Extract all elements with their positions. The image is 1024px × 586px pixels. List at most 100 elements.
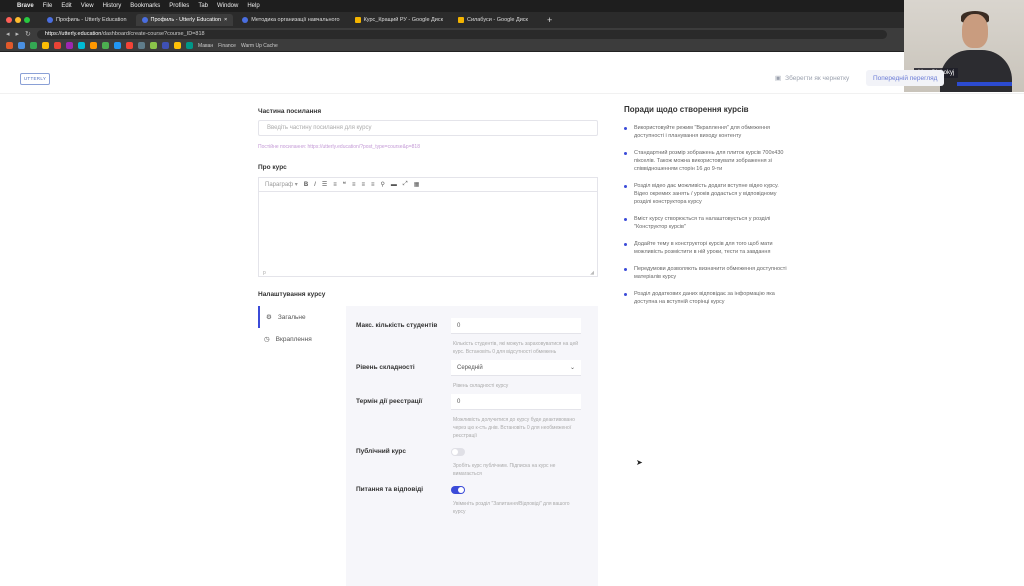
bookmark-icon[interactable] bbox=[78, 42, 85, 49]
align-center-icon[interactable]: ≡ bbox=[361, 182, 365, 188]
tab-favicon-icon bbox=[47, 17, 53, 23]
paragraph-select-label: Параграф bbox=[265, 182, 294, 188]
browser-tab[interactable]: Силабуси - Google Диск bbox=[452, 14, 534, 26]
bookmark-icon[interactable] bbox=[114, 42, 121, 49]
reg-term-input[interactable]: 0 bbox=[451, 394, 581, 410]
tab-favicon-icon bbox=[242, 17, 249, 23]
bookmark-icon[interactable] bbox=[18, 42, 25, 49]
url-field[interactable]: https://utterly.education/dashboard/crea… bbox=[36, 29, 887, 39]
tip-text: Вміст курсу створюється та налаштовуєтьс… bbox=[634, 216, 771, 230]
bookmark-icon[interactable] bbox=[90, 42, 97, 49]
bookmark-icon[interactable] bbox=[102, 42, 109, 49]
tab-close-icon[interactable]: × bbox=[224, 17, 227, 23]
bookmark-icon[interactable] bbox=[42, 42, 49, 49]
tab-favicon-icon bbox=[141, 17, 148, 23]
about-label: Про курс bbox=[258, 164, 287, 171]
settings-content: Макс. кількість студентів 0 Кількість ст… bbox=[346, 306, 598, 586]
link-icon[interactable]: ⚲ bbox=[381, 181, 385, 188]
bookmark-icon[interactable] bbox=[66, 42, 73, 49]
permalink-hint[interactable]: Постійне посилання: https://utterly.educ… bbox=[258, 144, 598, 150]
tip-item: Передумови дозволяють визначити обмеженн… bbox=[624, 265, 794, 281]
bookmark-icon[interactable] bbox=[150, 42, 157, 49]
tips-panel: Поради щодо створення курсів Використову… bbox=[624, 105, 794, 315]
close-window-icon[interactable] bbox=[6, 17, 12, 23]
browser-tab[interactable]: Профиль - Utterly Education bbox=[41, 14, 133, 26]
max-students-input[interactable]: 0 bbox=[451, 318, 581, 334]
zoom-window-icon[interactable] bbox=[24, 17, 30, 23]
new-tab-icon[interactable]: + bbox=[547, 15, 552, 25]
menu-tab[interactable]: Tab bbox=[198, 3, 208, 9]
menu-view[interactable]: View bbox=[81, 3, 94, 9]
public-row: Публічний курс Зробіть курс публічним. П… bbox=[356, 444, 598, 478]
tip-text: Використовуйте режим "Вкраплення" для об… bbox=[634, 125, 770, 139]
reload-icon[interactable]: ↻ bbox=[25, 30, 31, 38]
resize-handle-icon[interactable]: ◢ bbox=[590, 270, 594, 276]
align-left-icon[interactable]: ≡ bbox=[352, 182, 356, 188]
italic-icon[interactable]: I bbox=[314, 182, 316, 188]
menu-history[interactable]: History bbox=[103, 3, 122, 9]
menu-window[interactable]: Window bbox=[217, 3, 238, 9]
forward-icon[interactable]: ▸ bbox=[16, 30, 20, 38]
settings-tab-drip[interactable]: ◷ Вкраплення bbox=[258, 328, 346, 350]
bookmark-folder[interactable]: Маван bbox=[198, 43, 213, 49]
public-toggle[interactable] bbox=[451, 448, 465, 456]
menu-edit[interactable]: Edit bbox=[61, 3, 71, 9]
more-icon[interactable]: ▬ bbox=[391, 182, 397, 188]
browser-address-bar: ◂ ▸ ↻ https://utterly.education/dashboar… bbox=[0, 28, 1024, 40]
fullscreen-icon[interactable]: ⤢ bbox=[403, 181, 408, 188]
paragraph-select[interactable]: Параграф ▾ bbox=[265, 181, 298, 188]
bookmark-icon[interactable] bbox=[186, 42, 193, 49]
level-select[interactable]: Середній ⌄ bbox=[451, 360, 581, 376]
bookmark-folder[interactable]: Warm Up Cache bbox=[241, 43, 278, 49]
tab-favicon-icon bbox=[354, 17, 361, 23]
reg-term-row: Термін дії реєстрації 0 Можливість долуч… bbox=[356, 394, 598, 440]
qa-toggle[interactable] bbox=[451, 486, 465, 494]
numbered-list-icon[interactable]: ≡ bbox=[333, 182, 337, 188]
back-icon[interactable]: ◂ bbox=[6, 30, 10, 38]
public-label: Публічний курс bbox=[356, 448, 406, 455]
menu-profiles[interactable]: Profiles bbox=[169, 3, 189, 9]
course-settings: Налаштування курсу ⚙ Загальне ◷ Вкраплен… bbox=[258, 291, 598, 586]
tip-item: Вміст курсу створюється та налаштовуєтьс… bbox=[624, 215, 794, 231]
tip-item: Використовуйте режим "Вкраплення" для об… bbox=[624, 124, 794, 140]
public-hint: Зробіть курс публічним. Підписка на курс… bbox=[453, 463, 556, 477]
menu-help[interactable]: Help bbox=[247, 3, 259, 9]
bookmark-icon[interactable] bbox=[126, 42, 133, 49]
bookmark-icon[interactable] bbox=[54, 42, 61, 49]
settings-tab-general[interactable]: ⚙ Загальне bbox=[258, 306, 346, 328]
app-menu[interactable]: Brave bbox=[17, 3, 34, 9]
url-path: /dashboard/create-course?course_ID=818 bbox=[101, 31, 205, 37]
bookmark-icon[interactable] bbox=[162, 42, 169, 49]
max-students-hint: Кількість студентів, які можуть зарахову… bbox=[453, 341, 579, 355]
course-form: Частина посилання Введіть частину посила… bbox=[258, 108, 598, 586]
save-draft-button[interactable]: ▣ Зберегти як чернетку bbox=[775, 74, 849, 83]
preview-button[interactable]: Попередній перегляд bbox=[866, 70, 945, 86]
browser-tab-active[interactable]: Профиль - Utterly Education × bbox=[135, 14, 234, 26]
reg-term-label: Термін дії реєстрації bbox=[356, 398, 423, 405]
slug-input[interactable]: Введіть частину посилання для курсу bbox=[258, 120, 598, 136]
minimize-window-icon[interactable] bbox=[15, 17, 21, 23]
bold-icon[interactable]: B bbox=[304, 182, 308, 188]
level-hint: Рівень складності курсу bbox=[453, 383, 509, 389]
tips-title: Поради щодо створення курсів bbox=[624, 105, 749, 114]
table-icon[interactable]: ▦ bbox=[414, 181, 420, 188]
tip-item: Розділ відео дає можливість додати вступ… bbox=[624, 182, 794, 206]
bookmark-folder[interactable]: Finance bbox=[218, 43, 236, 49]
menu-bookmarks[interactable]: Bookmarks bbox=[130, 3, 160, 9]
quote-icon[interactable]: ❝ bbox=[343, 181, 346, 188]
bookmark-icon[interactable] bbox=[138, 42, 145, 49]
bookmark-icon[interactable] bbox=[6, 42, 13, 49]
menu-file[interactable]: File bbox=[43, 3, 53, 9]
site-logo[interactable]: UTTERLY bbox=[20, 72, 50, 85]
browser-tab[interactable]: Методика организації навчального bbox=[236, 14, 345, 26]
bullet-icon bbox=[624, 127, 627, 130]
browser-tab[interactable]: Курс_Кращий РУ - Google Диск bbox=[349, 14, 449, 26]
bullet-icon bbox=[624, 293, 627, 296]
align-right-icon[interactable]: ≡ bbox=[371, 182, 375, 188]
editor-body[interactable]: p ◢ bbox=[259, 192, 597, 278]
tip-item: Стандартний розмір зображень для плиток … bbox=[624, 149, 794, 173]
bookmark-icon[interactable] bbox=[30, 42, 37, 49]
bullet-list-icon[interactable]: ☰ bbox=[322, 181, 327, 188]
editor-path: p bbox=[263, 270, 266, 276]
bookmark-icon[interactable] bbox=[174, 42, 181, 49]
